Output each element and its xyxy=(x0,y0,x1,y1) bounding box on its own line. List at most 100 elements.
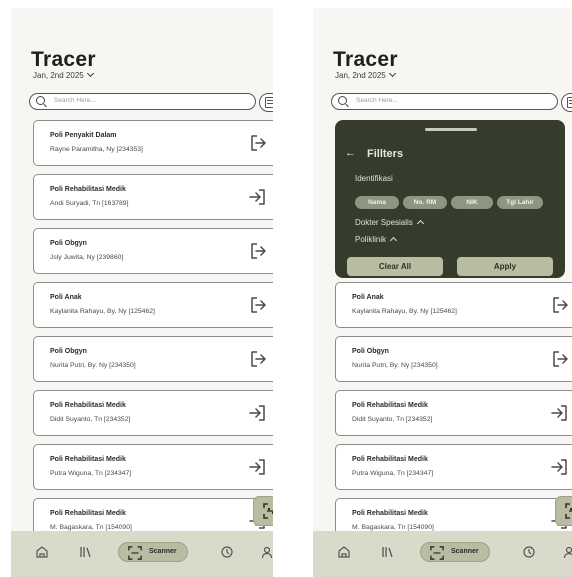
dokter-spesialis-toggle[interactable]: Dokter Spesialis xyxy=(355,218,424,228)
clear-all-button[interactable]: Clear All xyxy=(347,257,443,276)
nav-scanner-button[interactable]: Scanner xyxy=(118,542,188,562)
poli-name: Poli Rehabilitasi Medik xyxy=(50,186,126,193)
poli-name: Poli Obgyn xyxy=(352,348,389,355)
queue-card[interactable]: Poli Penyakit Dalam Rayne Paramitha, Ny [… xyxy=(33,120,273,166)
poli-name: Poli Penyakit Dalam xyxy=(50,132,117,139)
filter-button[interactable] xyxy=(259,93,273,112)
patient-name: Didit Suyanto, Tn [234352] xyxy=(352,416,433,423)
search-icon xyxy=(338,96,347,105)
scanner-icon xyxy=(263,503,273,519)
history-icon[interactable] xyxy=(522,545,536,559)
search-input[interactable]: Search Here... xyxy=(29,93,256,110)
queue-card[interactable]: Poli Rehabilitasi Medik Putra Wiguna, Tn … xyxy=(33,444,273,490)
queue-card[interactable]: Poli Obgyn Nurita Putri, By. Ny [234350] xyxy=(335,336,572,382)
scanner-icon xyxy=(128,546,142,560)
patient-name: Rayne Paramitha, Ny [234353] xyxy=(50,146,143,153)
chip-no-rm[interactable]: No. RM xyxy=(403,196,447,209)
poli-name: Poli Rehabilitasi Medik xyxy=(50,510,126,517)
scan-fab-button[interactable] xyxy=(555,496,572,526)
enter-icon[interactable] xyxy=(550,457,570,477)
queue-card[interactable]: Poli Rehabilitasi Medik Didit Suyanto, Tn… xyxy=(33,390,273,436)
poli-name: Poli Anak xyxy=(352,294,384,301)
exit-icon[interactable] xyxy=(248,241,268,261)
search-input[interactable]: Search Here... xyxy=(331,93,558,110)
search-placeholder: Search Here... xyxy=(356,97,398,104)
patient-name: Putra Wiguna, Tn [234347] xyxy=(352,470,434,477)
search-icon xyxy=(36,96,45,105)
poli-name: Poli Obgyn xyxy=(50,240,87,247)
chip-tgl-lahir[interactable]: Tgl Lahir xyxy=(497,196,543,209)
queue-card[interactable]: Poli Anak Kaylanita Rahayu, By. Ny [12546… xyxy=(335,282,572,328)
screen-tracer-list: Tracer Jan, 2nd 2025 Search Here... Poli… xyxy=(11,8,273,577)
queue-card[interactable]: Poli Rehabilitasi Medik Putra Wiguna, Tn … xyxy=(335,444,572,490)
enter-icon[interactable] xyxy=(550,403,570,423)
page-title: Tracer xyxy=(31,48,96,71)
chip-nik[interactable]: NIK xyxy=(451,196,493,209)
patient-name: Didit Suyanto, Tn [234352] xyxy=(50,416,131,423)
enter-icon[interactable] xyxy=(248,457,268,477)
books-icon[interactable] xyxy=(79,545,93,559)
scan-fab-button[interactable] xyxy=(253,496,273,526)
enter-icon[interactable] xyxy=(248,403,268,423)
date-selector[interactable]: Jan, 2nd 2025 xyxy=(335,69,396,80)
scanner-icon xyxy=(565,503,572,519)
patient-name: Kaylanita Rahayu, By. Ny [125462] xyxy=(352,308,457,315)
queue-card[interactable]: Poli Obgyn Jsly Juwita, Ny [239860] xyxy=(33,228,273,274)
exit-icon[interactable] xyxy=(550,349,570,369)
chevron-down-icon xyxy=(388,69,396,78)
date-label: Jan, 2nd 2025 xyxy=(33,71,84,80)
history-icon[interactable] xyxy=(220,545,234,559)
filter-icon xyxy=(567,97,572,108)
apply-button[interactable]: Apply xyxy=(457,257,553,276)
patient-name: Jsly Juwita, Ny [239860] xyxy=(50,254,124,261)
poli-name: Poli Rehabilitasi Medik xyxy=(50,402,126,409)
chevron-down-icon xyxy=(86,69,94,78)
bottom-nav: Scanner xyxy=(11,531,273,577)
queue-card[interactable]: Poli Rehabilitasi Medik Didit Suyanto, Tn… xyxy=(335,390,572,436)
chevron-up-icon xyxy=(416,219,424,228)
filter-panel-title: Fillters xyxy=(367,148,404,160)
home-icon[interactable] xyxy=(35,545,49,559)
filter-panel: ← Fillters Identifikasi Nama No. RM NIK … xyxy=(335,120,565,278)
back-arrow-icon[interactable]: ← xyxy=(345,147,356,159)
patient-name: Nurita Putri, By. Ny [234350] xyxy=(50,362,136,369)
chevron-up-icon xyxy=(390,236,398,245)
poli-name: Poli Obgyn xyxy=(50,348,87,355)
queue-card[interactable]: Poli Rehabilitasi Medik Andi Suryadi, Tn … xyxy=(33,174,273,220)
search-placeholder: Search Here... xyxy=(54,97,96,104)
queue-card[interactable]: Poli Obgyn Nurita Putri, By. Ny [234350] xyxy=(33,336,273,382)
nav-scanner-button[interactable]: Scanner xyxy=(420,542,490,562)
poli-name: Poli Rehabilitasi Medik xyxy=(352,402,428,409)
books-icon[interactable] xyxy=(381,545,395,559)
patient-name: Kaylanita Rahayu, By. Ny [125462] xyxy=(50,308,155,315)
identifikasi-label: Identifikasi xyxy=(355,174,393,183)
queue-card[interactable]: Poli Anak Kaylanita Rahayu, By. Ny [12546… xyxy=(33,282,273,328)
exit-icon[interactable] xyxy=(248,133,268,153)
date-selector[interactable]: Jan, 2nd 2025 xyxy=(33,69,94,80)
poliklinik-toggle[interactable]: Poliklinik xyxy=(355,235,398,245)
dokter-spesialis-label: Dokter Spesialis xyxy=(355,218,413,227)
profile-icon[interactable] xyxy=(562,545,572,559)
bottom-nav: Scanner xyxy=(313,531,572,577)
exit-icon[interactable] xyxy=(248,295,268,315)
scanner-icon xyxy=(430,546,444,560)
patient-name: M. Bagaskara, Tn [154090] xyxy=(352,524,434,531)
exit-icon[interactable] xyxy=(248,349,268,369)
poli-name: Poli Rehabilitasi Medik xyxy=(50,456,126,463)
patient-name: Nurita Putri, By. Ny [234350] xyxy=(352,362,438,369)
profile-icon[interactable] xyxy=(260,545,273,559)
poli-name: Poli Rehabilitasi Medik xyxy=(352,510,428,517)
page-title: Tracer xyxy=(333,48,398,71)
exit-icon[interactable] xyxy=(550,295,570,315)
filter-button[interactable] xyxy=(561,93,572,112)
date-label: Jan, 2nd 2025 xyxy=(335,71,386,80)
filter-icon xyxy=(265,97,273,108)
enter-icon[interactable] xyxy=(248,187,268,207)
poli-name: Poli Anak xyxy=(50,294,82,301)
drag-handle[interactable] xyxy=(425,128,477,131)
chip-nama[interactable]: Nama xyxy=(355,196,399,209)
home-icon[interactable] xyxy=(337,545,351,559)
patient-name: M. Bagaskara, Tn [154090] xyxy=(50,524,132,531)
scanner-label: Scanner xyxy=(451,548,479,555)
patient-name: Putra Wiguna, Tn [234347] xyxy=(50,470,132,477)
